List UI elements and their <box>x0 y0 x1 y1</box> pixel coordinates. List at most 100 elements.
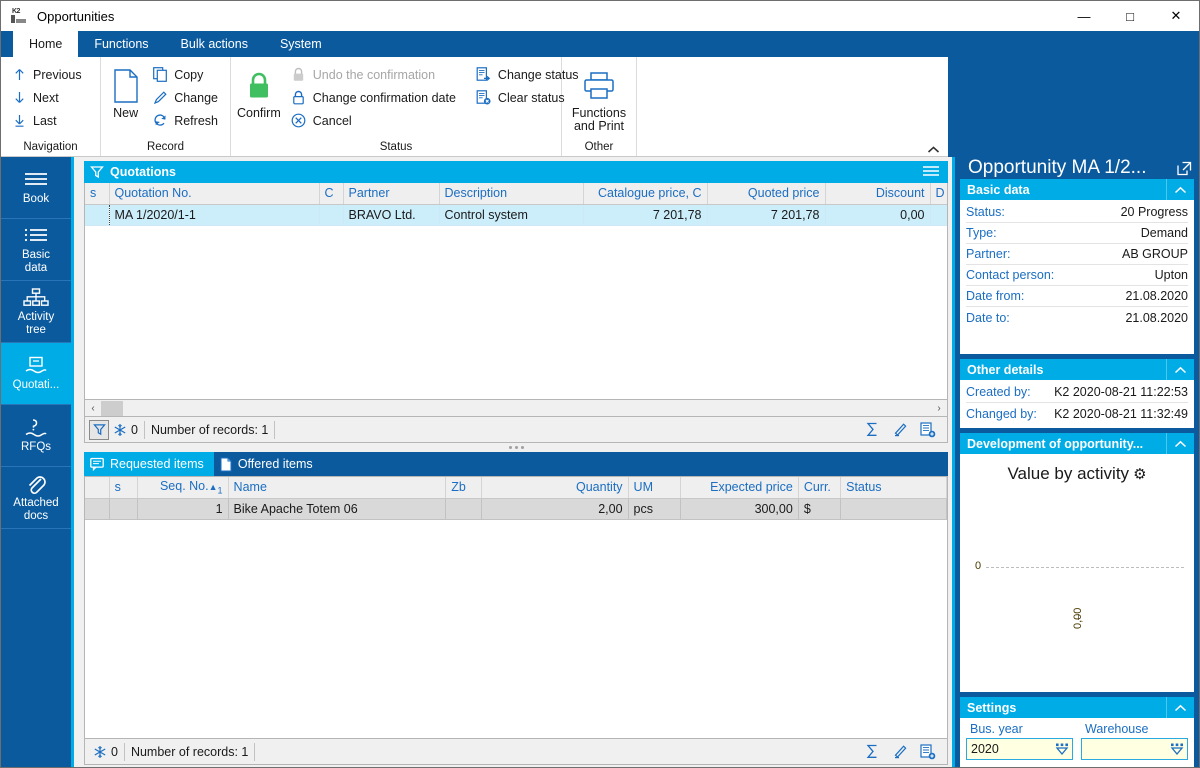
cancel-button[interactable]: Cancel <box>287 109 462 132</box>
ribbon-collapse-button[interactable] <box>927 145 940 154</box>
warehouse-input[interactable] <box>1081 738 1188 760</box>
change-confirmation-date-button[interactable]: Change confirmation date <box>287 86 462 109</box>
col-items-expected-price[interactable]: Expected price <box>680 477 799 499</box>
pencil-edit-icon[interactable] <box>889 420 911 440</box>
sigma-icon[interactable] <box>861 420 883 440</box>
col-items-seq-no[interactable]: Seq. No.▲1 <box>137 477 229 499</box>
scroll-left-arrow-icon[interactable]: ‹ <box>85 403 101 414</box>
col-partner[interactable]: Partner <box>343 183 440 205</box>
sidebar-item-quotations[interactable]: Quotati... <box>1 343 71 405</box>
copy-button[interactable]: Copy <box>148 63 224 86</box>
chevron-up-icon[interactable] <box>1166 359 1194 380</box>
col-items-quantity[interactable]: Quantity <box>481 477 629 499</box>
cell-items-s <box>109 498 138 520</box>
page-title: Opportunity MA 1/2... <box>968 157 1147 178</box>
section-header-settings[interactable]: Settings <box>960 697 1194 718</box>
col-items-blank[interactable] <box>85 477 110 499</box>
value-date-to: 21.08.2020 <box>1125 310 1188 325</box>
items-status-bar: 0 Number of records: 1 <box>84 739 948 765</box>
value-type: Demand <box>1140 226 1188 240</box>
cancel-label: Cancel <box>312 113 352 128</box>
refresh-button[interactable]: Refresh <box>148 109 224 132</box>
new-document-icon <box>112 65 140 107</box>
sidebar-item-label-quotations: Quotati... <box>12 379 60 391</box>
change-button[interactable]: Change <box>148 86 224 109</box>
col-items-um[interactable]: UM <box>628 477 681 499</box>
filter-toggle-icon[interactable] <box>89 419 109 440</box>
filter-icon[interactable] <box>90 165 104 179</box>
sidebar-item-rfqs[interactable]: RFQs <box>1 405 71 467</box>
functions-and-print-button[interactable]: Functions and Print <box>568 63 630 133</box>
col-s[interactable]: s <box>85 183 110 205</box>
ribbon-tab-home[interactable]: Home <box>13 31 79 57</box>
col-catalogue-price[interactable]: Catalogue price, C <box>583 183 708 205</box>
cell-items-blank <box>85 498 110 520</box>
panel-splitter[interactable] <box>84 443 948 452</box>
col-c[interactable]: C <box>319 183 344 205</box>
field-group-bus-year: Bus. year 2020 <box>966 722 1073 760</box>
sigma-icon[interactable] <box>861 742 883 762</box>
col-quoted-price[interactable]: Quoted price <box>707 183 826 205</box>
col-items-s[interactable]: s <box>109 477 138 499</box>
tab-offered-items[interactable]: Offered items <box>214 452 323 476</box>
chevron-up-icon[interactable] <box>1166 697 1194 718</box>
quotations-horizontal-scrollbar[interactable]: ‹ › <box>84 400 948 417</box>
bus-year-value: 2020 <box>971 742 999 756</box>
confirm-button[interactable]: Confirm <box>237 63 281 120</box>
col-description[interactable]: Description <box>439 183 584 205</box>
change-status-icon <box>474 67 494 82</box>
undo-confirmation-button[interactable]: Undo the confirmation <box>287 63 462 86</box>
col-items-zb[interactable]: Zb <box>445 477 483 499</box>
previous-button[interactable]: Previous <box>7 63 88 86</box>
value-created-by: K2 2020-08-21 11:22:53 <box>1054 385 1188 399</box>
section-header-other-details[interactable]: Other details <box>960 359 1194 380</box>
new-button[interactable]: New <box>107 63 144 120</box>
next-button[interactable]: Next <box>7 86 88 109</box>
export-grid-icon[interactable] <box>917 420 939 440</box>
col-items-status[interactable]: Status <box>840 477 947 499</box>
grid-menu-icon[interactable] <box>922 165 940 179</box>
chevron-up-icon[interactable] <box>1166 433 1194 454</box>
sidebar-item-attached-docs[interactable]: Attached docs <box>1 467 71 529</box>
section-title-development: Development of opportunity... <box>967 436 1144 451</box>
col-quotation-no[interactable]: Quotation No. <box>109 183 320 205</box>
sidebar-item-basic-data[interactable]: Basic data <box>1 219 71 281</box>
open-external-icon[interactable] <box>1177 161 1192 176</box>
chevron-up-icon[interactable] <box>1166 179 1194 200</box>
ribbon-tab-functions[interactable]: Functions <box>78 31 164 57</box>
pencil-icon <box>150 90 170 105</box>
last-button[interactable]: Last <box>7 109 88 132</box>
offered-items-icon <box>220 457 232 472</box>
bus-year-input[interactable]: 2020 <box>966 738 1073 760</box>
table-row[interactable]: 1 Bike Apache Totem 06 2,00 pcs 300,00 $ <box>85 498 947 520</box>
dropdown-icon[interactable] <box>1054 742 1070 756</box>
ribbon-tab-system[interactable]: System <box>264 31 338 57</box>
col-items-seq-no-label: Seq. No. <box>159 479 209 493</box>
scroll-thumb[interactable] <box>101 400 123 416</box>
gear-icon[interactable]: ⚙ <box>1133 466 1146 483</box>
sidebar-item-activity-tree[interactable]: Activity tree <box>1 281 71 343</box>
col-items-curr[interactable]: Curr. <box>798 477 842 499</box>
cancel-circle-icon <box>289 113 309 128</box>
dropdown-icon[interactable] <box>1169 742 1185 756</box>
sidebar-item-book[interactable]: Book <box>1 157 71 219</box>
col-discount[interactable]: Discount <box>825 183 931 205</box>
table-row[interactable]: MA 1/2020/1-1 BRAVO Ltd. Control system … <box>85 204 947 226</box>
cell-s <box>85 204 110 226</box>
tab-requested-items[interactable]: Requested items <box>84 452 214 476</box>
maximize-button[interactable]: □ <box>1107 1 1153 31</box>
col-items-name[interactable]: Name <box>228 477 447 499</box>
close-button[interactable]: ✕ <box>1153 1 1199 31</box>
scroll-right-arrow-icon[interactable]: › <box>931 403 947 414</box>
minimize-button[interactable]: — <box>1061 1 1107 31</box>
snowflake-icon[interactable] <box>109 420 131 440</box>
ribbon-tab-bulk-actions[interactable]: Bulk actions <box>165 31 264 57</box>
section-header-basic-data[interactable]: Basic data <box>960 179 1194 200</box>
scroll-track[interactable] <box>101 400 931 416</box>
label-date-from: Date from: <box>966 289 1025 303</box>
col-d[interactable]: D <box>930 183 947 205</box>
snowflake-icon[interactable] <box>89 742 111 762</box>
section-header-development[interactable]: Development of opportunity... <box>960 433 1194 454</box>
pencil-edit-icon[interactable] <box>889 742 911 762</box>
export-grid-icon[interactable] <box>917 742 939 762</box>
